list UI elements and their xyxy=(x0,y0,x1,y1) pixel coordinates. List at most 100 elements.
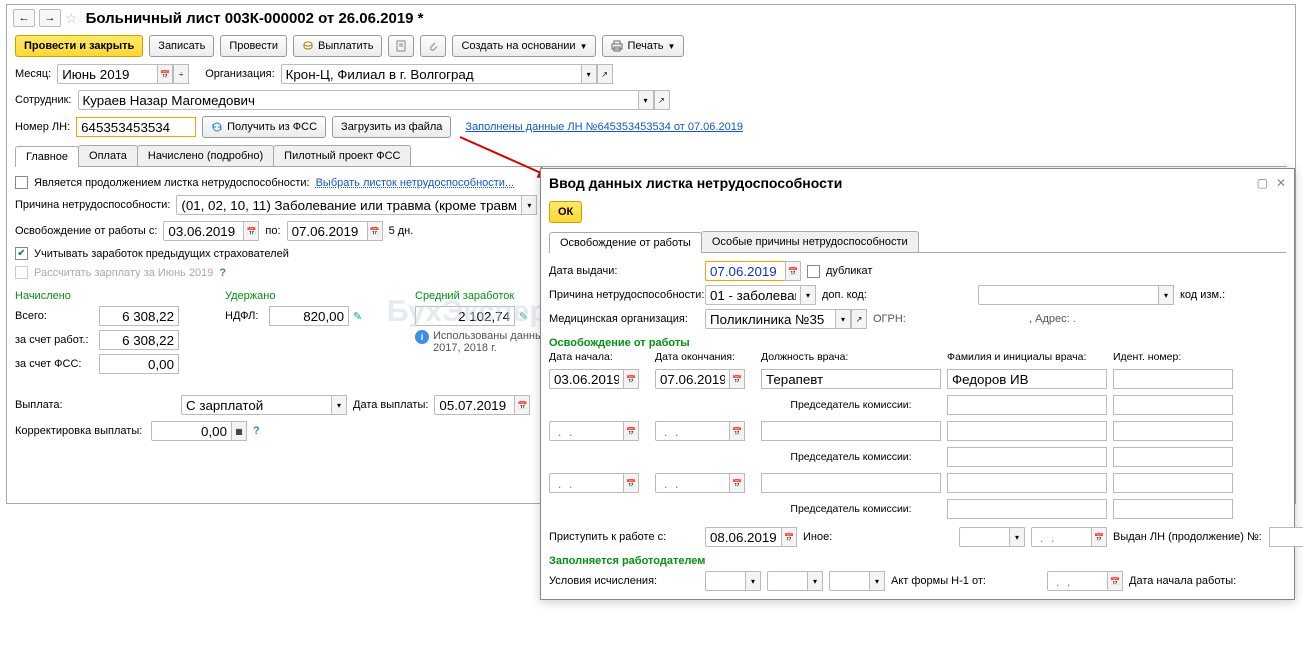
docs-button[interactable] xyxy=(388,35,414,57)
chair2-name-input[interactable] xyxy=(947,447,1107,467)
chevron-down-icon[interactable]: ▾ xyxy=(869,571,885,591)
calendar-icon[interactable]: 📅 xyxy=(243,221,259,241)
pay-button[interactable]: Выплатить xyxy=(293,35,382,57)
calendar-icon[interactable]: 📅 xyxy=(157,64,173,84)
calendar-icon[interactable]: 📅 xyxy=(1107,571,1123,591)
back-button[interactable]: ← xyxy=(13,9,35,27)
write-button[interactable]: Записать xyxy=(149,35,214,57)
help-icon[interactable]: ? xyxy=(253,425,260,437)
r2-start-input[interactable] xyxy=(549,421,623,441)
calendar-icon[interactable]: 📅 xyxy=(781,527,797,547)
calendar-icon[interactable]: 📅 xyxy=(623,473,639,493)
payment-date-input[interactable] xyxy=(434,395,514,415)
attach-button[interactable] xyxy=(420,35,446,57)
close-icon[interactable]: ✕ xyxy=(1276,176,1286,190)
r1-end-input[interactable] xyxy=(655,369,729,389)
correction-input[interactable] xyxy=(151,421,231,441)
continuation-checkbox[interactable] xyxy=(15,176,28,189)
calendar-icon[interactable]: 📅 xyxy=(729,473,745,493)
forward-button[interactable]: → xyxy=(39,9,61,27)
fss-input[interactable] xyxy=(99,354,179,374)
chair1-id-input[interactable] xyxy=(1113,395,1233,415)
ok-button[interactable]: ОК xyxy=(549,201,582,223)
chevron-down-icon[interactable]: ▾ xyxy=(835,309,851,329)
payment-input[interactable] xyxy=(181,395,331,415)
get-from-fss-button[interactable]: Получить из ФСС xyxy=(202,116,326,138)
cond1-input[interactable] xyxy=(705,571,745,591)
prev-insurers-checkbox[interactable] xyxy=(15,247,28,260)
r3-end-input[interactable] xyxy=(655,473,729,493)
medorg-input[interactable] xyxy=(705,309,835,329)
reason-input[interactable] xyxy=(176,195,521,215)
print-button[interactable]: Печать ▼ xyxy=(602,35,684,57)
chevron-down-icon[interactable]: ▾ xyxy=(1009,527,1025,547)
filled-ln-link[interactable]: Заполнены данные ЛН №645353453534 от 07.… xyxy=(465,121,743,133)
ln-cont-input[interactable] xyxy=(1269,527,1303,547)
r1-start-input[interactable] xyxy=(549,369,623,389)
edit-icon[interactable]: ✎ xyxy=(519,310,528,323)
org-input[interactable] xyxy=(281,64,581,84)
calendar-icon[interactable]: 📅 xyxy=(623,369,639,389)
choose-ln-link[interactable]: Выбрать листок нетрудоспособности... xyxy=(316,177,515,189)
total-input[interactable] xyxy=(99,306,179,326)
create-based-button[interactable]: Создать на основании ▼ xyxy=(452,35,596,57)
r1-name-input[interactable] xyxy=(947,369,1107,389)
calendar-icon[interactable]: 📅 xyxy=(785,261,801,281)
r3-start-input[interactable] xyxy=(549,473,623,493)
chevron-down-icon[interactable]: ▾ xyxy=(521,195,537,215)
tab-accrued[interactable]: Начислено (подробно) xyxy=(137,145,274,166)
avgearn-input[interactable] xyxy=(415,306,515,326)
chevron-down-icon[interactable]: ▾ xyxy=(800,285,816,305)
calendar-icon[interactable]: 📅 xyxy=(729,421,745,441)
akt-date-input[interactable] xyxy=(1047,571,1107,591)
chair3-id-input[interactable] xyxy=(1113,499,1233,519)
other-date-input[interactable] xyxy=(1031,527,1091,547)
calendar-icon[interactable]: 📅 xyxy=(623,421,639,441)
cond3-input[interactable] xyxy=(829,571,869,591)
tab-special[interactable]: Особые причины нетрудоспособности xyxy=(701,231,919,252)
ln-number-input[interactable] xyxy=(76,117,196,137)
r2-end-input[interactable] xyxy=(655,421,729,441)
ndfl-input[interactable] xyxy=(269,306,349,326)
employer-input[interactable] xyxy=(99,330,179,350)
chair3-name-input[interactable] xyxy=(947,499,1107,519)
tab-main[interactable]: Главное xyxy=(15,146,79,167)
calendar-icon[interactable]: 📅 xyxy=(729,369,745,389)
calendar-icon[interactable]: 📅 xyxy=(514,395,530,415)
other-input[interactable] xyxy=(959,527,1009,547)
open-icon[interactable]: ↗ xyxy=(597,64,613,84)
chevron-down-icon[interactable]: ▾ xyxy=(638,90,654,110)
maximize-icon[interactable]: ▢ xyxy=(1257,176,1268,190)
release-from-input[interactable] xyxy=(163,221,243,241)
issue-date-input[interactable] xyxy=(705,261,785,281)
addcode-input[interactable] xyxy=(978,285,1158,305)
open-icon[interactable]: ↗ xyxy=(851,309,867,329)
chevron-down-icon[interactable]: ▾ xyxy=(581,64,597,84)
release-to-input[interactable] xyxy=(287,221,367,241)
r1-position-input[interactable] xyxy=(761,369,941,389)
load-from-file-button[interactable]: Загрузить из файла xyxy=(332,116,451,138)
chevron-down-icon[interactable]: ▾ xyxy=(1158,285,1174,305)
open-icon[interactable]: ↗ xyxy=(654,90,670,110)
r3-id-input[interactable] xyxy=(1113,473,1233,493)
tab-release[interactable]: Освобождение от работы xyxy=(549,232,702,253)
r3-name-input[interactable] xyxy=(947,473,1107,493)
calendar-icon[interactable]: 📅 xyxy=(1091,527,1107,547)
tab-pilot[interactable]: Пилотный проект ФСС xyxy=(273,145,411,166)
duplicate-checkbox[interactable] xyxy=(807,265,820,278)
calendar-icon[interactable]: 📅 xyxy=(367,221,383,241)
popup-reason-input[interactable] xyxy=(705,285,800,305)
chevron-down-icon[interactable]: ▾ xyxy=(331,395,347,415)
r2-id-input[interactable] xyxy=(1113,421,1233,441)
chevron-down-icon[interactable]: ▾ xyxy=(745,571,761,591)
submit-button[interactable]: Провести xyxy=(220,35,287,57)
chair1-name-input[interactable] xyxy=(947,395,1107,415)
chair2-id-input[interactable] xyxy=(1113,447,1233,467)
r2-name-input[interactable] xyxy=(947,421,1107,441)
r2-position-input[interactable] xyxy=(761,421,941,441)
submit-close-button[interactable]: Провести и закрыть xyxy=(15,35,143,57)
help-icon[interactable]: ? xyxy=(219,267,226,279)
favorite-icon[interactable]: ☆ xyxy=(65,10,78,27)
calc-icon[interactable]: ▦ xyxy=(231,421,247,441)
return-input[interactable] xyxy=(705,527,781,547)
